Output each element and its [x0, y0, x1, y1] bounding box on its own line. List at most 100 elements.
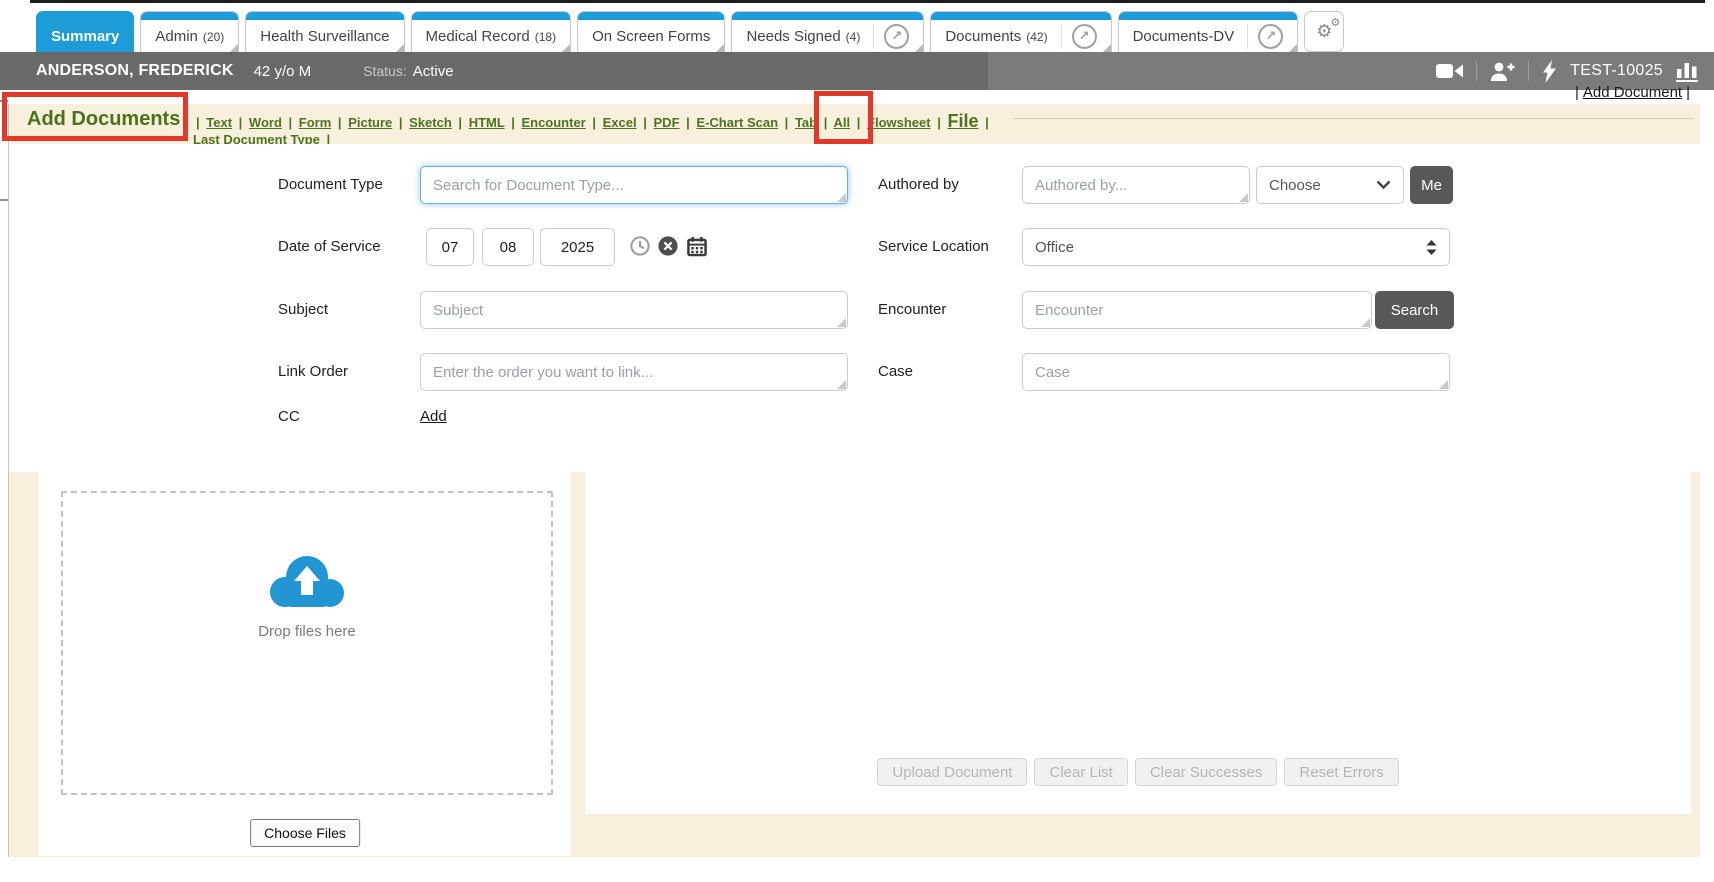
- clear-date-button[interactable]: [658, 236, 678, 256]
- reports-button[interactable]: [1676, 61, 1698, 82]
- link-sketch[interactable]: Sketch: [409, 115, 452, 130]
- link-excel[interactable]: Excel: [603, 115, 637, 130]
- resize-grip[interactable]: [1239, 193, 1248, 202]
- link-order-input[interactable]: [420, 353, 848, 391]
- link-form[interactable]: Form: [299, 115, 332, 130]
- app-window: Summary Admin (20) Health Surveillance M…: [0, 0, 1714, 882]
- add-person-button[interactable]: [1490, 62, 1515, 81]
- link-all[interactable]: All: [834, 115, 851, 130]
- tab-popout[interactable]: ↗: [873, 24, 909, 49]
- tab-needs-signed[interactable]: Needs Signed (4) ↗: [731, 11, 924, 52]
- resize-grip[interactable]: [1361, 318, 1370, 327]
- separator: |: [937, 115, 941, 130]
- link-encounter[interactable]: Encounter: [521, 115, 585, 130]
- link-word[interactable]: Word: [249, 115, 282, 130]
- document-type-label: Document Type: [278, 166, 383, 204]
- encounter-input[interactable]: [1022, 291, 1372, 329]
- encounter-field-wrap: [1022, 291, 1372, 329]
- add-document-link[interactable]: |Add Document|: [1575, 84, 1690, 101]
- tab-popout[interactable]: ↗: [1061, 24, 1097, 49]
- subject-field-wrap: [420, 291, 848, 329]
- separator: |: [824, 115, 828, 130]
- authored-by-choose-select[interactable]: Choose: [1256, 166, 1404, 204]
- patient-status-value: Active: [413, 63, 454, 80]
- document-type-search-input[interactable]: [420, 166, 848, 204]
- tab-count: (20): [203, 30, 224, 44]
- authored-by-label: Authored by: [878, 166, 959, 204]
- link-echart-scan[interactable]: E-Chart Scan: [696, 115, 778, 130]
- person-add-icon: [1490, 62, 1515, 81]
- recent-dates-button[interactable]: [630, 236, 650, 256]
- case-input[interactable]: [1022, 353, 1450, 391]
- link-flowsheet[interactable]: Flowsheet: [867, 115, 931, 130]
- separator: |: [196, 115, 200, 130]
- splitter-tick[interactable]: [0, 100, 8, 102]
- video-camera-button[interactable]: [1436, 62, 1463, 80]
- link-text[interactable]: Text: [206, 115, 232, 130]
- bar: |: [1575, 84, 1579, 101]
- tab-documents-dv[interactable]: Documents-DV ↗: [1118, 11, 1299, 52]
- tab-health-surveillance[interactable]: Health Surveillance: [245, 11, 404, 52]
- clear-list-button[interactable]: Clear List: [1034, 758, 1127, 786]
- resize-grip[interactable]: [837, 193, 846, 202]
- quick-action-button[interactable]: [1542, 60, 1557, 83]
- separator: |: [511, 115, 515, 130]
- link-html[interactable]: HTML: [469, 115, 505, 130]
- video-camera-icon: [1436, 62, 1463, 80]
- reset-errors-button[interactable]: Reset Errors: [1284, 758, 1398, 786]
- lightning-icon: [1542, 60, 1557, 83]
- subject-input[interactable]: [420, 291, 848, 329]
- bar: |: [1686, 84, 1690, 101]
- link-tab[interactable]: Tab: [795, 115, 817, 130]
- authored-by-me-button[interactable]: Me: [1410, 166, 1453, 204]
- date-day-input[interactable]: [482, 228, 534, 266]
- resize-grip[interactable]: [1439, 380, 1448, 389]
- clear-successes-button[interactable]: Clear Successes: [1135, 758, 1278, 786]
- circle-x-icon: [658, 236, 678, 256]
- link-order-label: Link Order: [278, 353, 348, 391]
- external-link-icon: ↗: [1258, 24, 1283, 49]
- resize-grip[interactable]: [837, 318, 846, 327]
- separator: |: [399, 115, 403, 130]
- encounter-search-button[interactable]: Search: [1375, 291, 1454, 329]
- splitter-tick[interactable]: [0, 199, 8, 201]
- tab-on-screen-forms[interactable]: On Screen Forms: [577, 11, 725, 52]
- upload-document-button[interactable]: Upload Document: [877, 758, 1027, 786]
- link-file[interactable]: File: [947, 111, 978, 131]
- date-month-input[interactable]: [426, 228, 474, 266]
- date-year-input[interactable]: [540, 228, 615, 266]
- file-drop-card: Drop files here Choose Files: [39, 472, 571, 856]
- separator: |: [458, 115, 462, 130]
- link-picture[interactable]: Picture: [348, 115, 392, 130]
- calendar-button[interactable]: [687, 236, 707, 256]
- gear-small-icon: ⚙: [1330, 17, 1340, 28]
- tab-popout[interactable]: ↗: [1247, 24, 1283, 49]
- authored-by-input[interactable]: [1022, 166, 1250, 204]
- chart-tab-bar: Summary Admin (20) Health Surveillance M…: [0, 3, 1714, 52]
- drop-files-text: Drop files here: [258, 623, 356, 640]
- link-order-field-wrap: [420, 353, 848, 391]
- tab-label: Health Surveillance: [260, 28, 389, 45]
- tab-medical-record[interactable]: Medical Record (18): [411, 11, 572, 52]
- file-drop-zone[interactable]: Drop files here: [61, 491, 553, 795]
- up-down-arrows-icon: [1426, 240, 1437, 255]
- tab-label: Admin: [155, 28, 198, 45]
- tab-label: Needs Signed: [746, 28, 840, 45]
- service-location-select[interactable]: Office: [1022, 228, 1450, 266]
- tab-documents[interactable]: Documents (42) ↗: [930, 11, 1111, 52]
- tab-summary[interactable]: Summary: [36, 11, 134, 52]
- upload-queue-buttons: Upload Document Clear List Clear Success…: [585, 758, 1691, 786]
- patient-bar: ANDERSON, FREDERICK 42 y/o M Status: Act…: [0, 52, 1714, 90]
- choose-files-button[interactable]: Choose Files: [250, 819, 360, 847]
- tab-count: (42): [1026, 30, 1047, 44]
- page-title: Add Documents: [27, 108, 180, 131]
- separator: |: [985, 115, 989, 130]
- tab-admin[interactable]: Admin (20): [140, 11, 239, 52]
- document-form: Document Type Date of Service Subject Li…: [9, 144, 1701, 472]
- cc-add-link[interactable]: Add: [420, 407, 447, 427]
- resize-grip[interactable]: [837, 380, 846, 389]
- service-location-value: Office: [1035, 239, 1074, 256]
- separator: |: [592, 115, 596, 130]
- tab-settings-button[interactable]: ⚙⚙: [1304, 11, 1344, 52]
- link-pdf[interactable]: PDF: [654, 115, 680, 130]
